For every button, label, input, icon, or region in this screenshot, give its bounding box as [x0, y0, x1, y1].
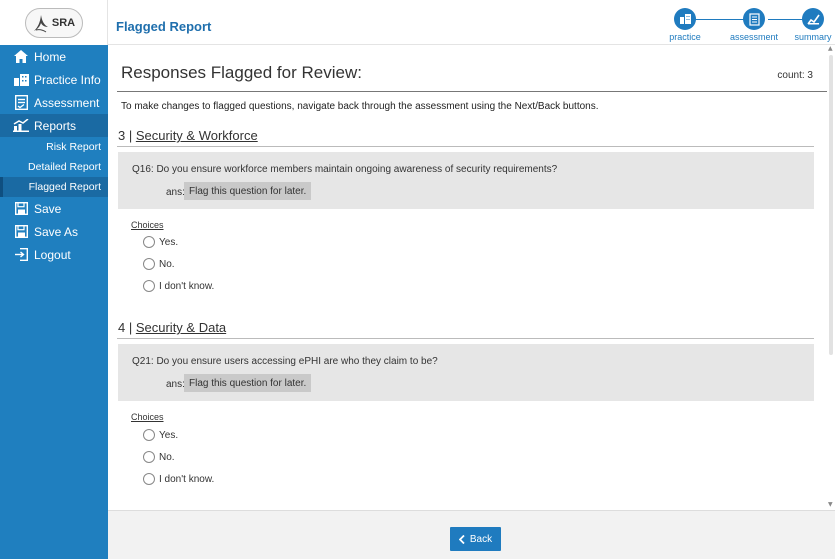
radio-button[interactable]	[143, 451, 155, 463]
building-icon	[13, 72, 29, 88]
radio-button[interactable]	[143, 280, 155, 292]
question-text: Q16: Do you ensure workforce members mai…	[132, 164, 558, 175]
choice-option[interactable]: No.	[143, 451, 175, 463]
step-summary[interactable]: summary	[792, 8, 834, 42]
step-label: assessment	[729, 32, 779, 42]
sidebar-item-label: Logout	[34, 247, 71, 262]
choice-label: Yes.	[159, 236, 179, 248]
back-button-label: Back	[469, 533, 493, 545]
choice-option[interactable]: Yes.	[143, 236, 178, 248]
sidebar-subitem-label: Flagged Report	[28, 181, 101, 193]
step-label: summary	[794, 32, 832, 42]
section-number: 3 |	[118, 128, 136, 143]
sidebar-item-label: Save As	[34, 224, 79, 239]
hhs-eagle-icon	[33, 14, 48, 32]
sidebar-item-label: Practice Info	[34, 72, 101, 87]
choice-option[interactable]: Yes.	[143, 429, 178, 441]
choice-option[interactable]: I don't know.	[143, 473, 214, 485]
logo[interactable]: SRA	[0, 0, 108, 45]
sidebar-subitem-label: Detailed Report	[28, 161, 101, 173]
logo-text: SRA	[51, 16, 76, 29]
sidebar-item-save[interactable]: Save	[0, 197, 108, 220]
section-heading: 4 | Security & Data	[118, 320, 226, 335]
save-icon	[13, 201, 29, 217]
scroll-down-arrow-icon[interactable]: ▼	[828, 501, 833, 508]
choice-option[interactable]: No.	[143, 258, 175, 270]
question-text: Q21: Do you ensure users accessing ePHI …	[132, 356, 438, 367]
divider	[117, 338, 814, 339]
choices-label: Choices	[131, 412, 164, 422]
choice-label: I don't know.	[159, 473, 215, 485]
radio-button[interactable]	[143, 473, 155, 485]
divider	[117, 146, 814, 147]
sidebar-item-home[interactable]: Home	[0, 45, 108, 68]
sidebar-subitem-flagged-report[interactable]: Flagged Report	[0, 177, 108, 197]
sidebar-item-logout[interactable]: Logout	[0, 243, 108, 266]
building-icon	[674, 8, 696, 30]
save-icon	[13, 224, 29, 240]
section-number: 4 |	[118, 320, 136, 335]
instructions-text: To make changes to flagged questions, na…	[121, 101, 599, 112]
logout-icon	[13, 247, 29, 263]
page-title: Flagged Report	[116, 19, 212, 34]
step-practice[interactable]: practice	[668, 8, 702, 42]
question-box: Q21: Do you ensure users accessing ePHI …	[118, 344, 814, 401]
chart-icon	[802, 8, 824, 30]
section-title: Responses Flagged for Review:	[121, 63, 362, 82]
answer-value: Flag this question for later.	[184, 374, 312, 392]
sidebar-item-label: Home	[34, 49, 67, 64]
section-heading: 3 | Security & Workforce	[118, 128, 258, 143]
step-assessment[interactable]: assessment	[722, 8, 786, 42]
chart-icon	[13, 118, 29, 134]
radio-button[interactable]	[143, 236, 155, 248]
checklist-icon	[743, 8, 765, 30]
flag-count: count: 3	[777, 70, 813, 81]
divider	[117, 91, 828, 92]
main-content[interactable]: Responses Flagged for Review: count: 3 T…	[108, 45, 835, 510]
scroll-thumb[interactable]	[829, 55, 833, 355]
sidebar-subitem-detailed-report[interactable]: Detailed Report	[0, 157, 108, 177]
choices-label: Choices	[131, 220, 164, 230]
sidebar-item-practice-info[interactable]: Practice Info	[0, 68, 108, 91]
checklist-icon	[13, 95, 29, 111]
sidebar-item-label: Assessment	[34, 95, 100, 110]
section-name-link[interactable]: Security & Data	[136, 320, 226, 335]
scroll-up-arrow-icon[interactable]: ▲	[828, 45, 833, 52]
back-button[interactable]: Back	[450, 527, 501, 551]
answer-value: Flag this question for later.	[184, 182, 312, 200]
scrollbar[interactable]: ▲ ▼	[827, 45, 835, 510]
radio-button[interactable]	[143, 258, 155, 270]
progress-steps: practice assessment summary	[664, 8, 834, 44]
choice-label: I don't know.	[159, 280, 215, 292]
choice-label: Yes.	[159, 429, 179, 441]
sidebar-item-assessment[interactable]: Assessment	[0, 91, 108, 114]
sidebar-item-label: Reports	[34, 118, 77, 133]
choice-option[interactable]: I don't know.	[143, 280, 214, 292]
answer-label: ans:	[166, 187, 185, 198]
chevron-left-icon	[458, 534, 465, 544]
footer: Back	[108, 510, 835, 559]
logo-badge: SRA	[24, 7, 83, 38]
answer-label: ans:	[166, 379, 185, 390]
choice-label: No.	[159, 258, 175, 270]
choice-label: No.	[159, 451, 175, 463]
sidebar-item-save-as[interactable]: Save As	[0, 220, 108, 243]
sidebar-subitem-label: Risk Report	[46, 141, 101, 153]
step-label: practice	[669, 32, 701, 42]
sidebar-subitem-risk-report[interactable]: Risk Report	[0, 137, 108, 157]
top-bar: SRA Flagged Report practice assessment s…	[0, 0, 835, 45]
sidebar-item-label: Save	[34, 201, 62, 216]
question-box: Q16: Do you ensure workforce members mai…	[118, 152, 814, 209]
sidebar-item-reports[interactable]: Reports	[0, 114, 108, 137]
sidebar: Home Practice Info Assessment Reports Ri…	[0, 45, 108, 559]
section-name-link[interactable]: Security & Workforce	[136, 128, 258, 143]
radio-button[interactable]	[143, 429, 155, 441]
home-icon	[13, 49, 29, 65]
